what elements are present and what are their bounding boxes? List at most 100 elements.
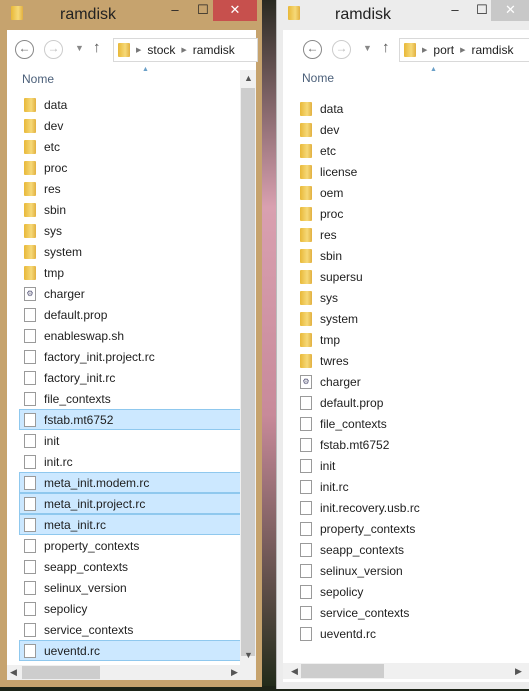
file-icon xyxy=(24,580,36,595)
file-list-item[interactable]: factory_init.rc xyxy=(19,367,241,388)
address-bar[interactable]: ▶ port ▶ ramdisk xyxy=(399,38,529,62)
up-button[interactable]: ↑ xyxy=(382,39,390,56)
navigation-bar: ← → ▼ ↑ ▶ stock ▶ ramdisk xyxy=(7,38,258,62)
file-list-item[interactable]: ueventd.rc xyxy=(295,623,525,644)
scroll-right-icon[interactable]: ▶ xyxy=(515,666,522,677)
horizontal-scrollbar[interactable]: ◀ ▶ xyxy=(283,663,529,679)
breadcrumb-item[interactable]: ramdisk xyxy=(471,43,513,57)
file-list-item[interactable]: oem xyxy=(295,182,525,203)
recent-dropdown-icon[interactable]: ▼ xyxy=(363,43,372,53)
item-name: file_contexts xyxy=(44,391,111,406)
file-list-item[interactable]: data xyxy=(295,98,525,119)
minimize-button[interactable]: – xyxy=(440,0,470,21)
file-list-item[interactable]: default.prop xyxy=(295,392,525,413)
file-list-item[interactable]: init xyxy=(19,430,241,451)
file-list-item[interactable]: fstab.mt6752 xyxy=(295,434,525,455)
file-list-item[interactable]: twres xyxy=(295,350,525,371)
file-list-item[interactable]: meta_init.project.rc xyxy=(19,493,241,514)
close-button[interactable]: ✕ xyxy=(213,0,257,21)
file-list-item[interactable]: init.recovery.usb.rc xyxy=(295,497,525,518)
file-list-item[interactable]: sbin xyxy=(19,199,241,220)
file-list-item[interactable]: sys xyxy=(19,220,241,241)
close-button[interactable]: ✕ xyxy=(491,0,529,21)
file-list-item[interactable]: etc xyxy=(295,140,525,161)
scrollbar-thumb[interactable] xyxy=(241,88,255,656)
file-list-item[interactable]: enableswap.sh xyxy=(19,325,241,346)
file-list-item[interactable]: meta_init.modem.rc xyxy=(19,472,241,493)
address-bar[interactable]: ▶ stock ▶ ramdisk xyxy=(113,38,258,62)
file-list-item[interactable]: seapp_contexts xyxy=(19,556,241,577)
file-list-item[interactable]: property_contexts xyxy=(19,535,241,556)
scroll-left-icon[interactable]: ◀ xyxy=(10,667,17,678)
file-list-item[interactable]: proc xyxy=(295,203,525,224)
file-list-item[interactable]: sepolicy xyxy=(295,581,525,602)
file-list-item[interactable]: supersu xyxy=(295,266,525,287)
file-list-item[interactable]: ueventd.rc xyxy=(19,640,241,661)
item-name: factory_init.project.rc xyxy=(44,349,155,364)
item-name: factory_init.rc xyxy=(44,370,116,385)
minimize-button[interactable]: – xyxy=(160,0,190,21)
file-list-item[interactable]: service_contexts xyxy=(295,602,525,623)
file-list-item[interactable]: init.rc xyxy=(19,451,241,472)
scroll-up-icon[interactable]: ▲ xyxy=(244,73,253,83)
file-list-item[interactable]: default.prop xyxy=(19,304,241,325)
file-list-item[interactable]: ⚙ charger xyxy=(295,371,525,392)
file-list-item[interactable]: dev xyxy=(19,115,241,136)
folder-icon xyxy=(11,6,23,20)
file-list-item[interactable]: license xyxy=(295,161,525,182)
file-list-item[interactable]: proc xyxy=(19,157,241,178)
file-list-item[interactable]: sys xyxy=(295,287,525,308)
scroll-left-icon[interactable]: ◀ xyxy=(291,666,298,677)
file-list-item[interactable]: file_contexts xyxy=(19,388,241,409)
file-list-item[interactable]: sepolicy xyxy=(19,598,241,619)
breadcrumb-item[interactable]: stock xyxy=(147,43,175,57)
file-list-item[interactable]: res xyxy=(295,224,525,245)
item-name: service_contexts xyxy=(44,622,134,637)
scroll-down-icon[interactable]: ▼ xyxy=(244,650,253,660)
column-header-name[interactable]: Nome xyxy=(22,72,54,86)
file-list-item[interactable]: ⚙ charger xyxy=(19,283,241,304)
file-list-item[interactable]: res xyxy=(19,178,241,199)
file-list-item[interactable]: file_contexts xyxy=(295,413,525,434)
file-list-item[interactable]: data xyxy=(19,94,241,115)
item-name: res xyxy=(320,227,337,242)
file-list-item[interactable]: factory_init.project.rc xyxy=(19,346,241,367)
file-icon xyxy=(300,542,312,557)
file-list-item[interactable]: meta_init.rc xyxy=(19,514,241,535)
item-name: meta_init.project.rc xyxy=(44,496,146,511)
file-list-item[interactable]: selinux_version xyxy=(19,577,241,598)
forward-button[interactable]: → xyxy=(44,40,63,59)
item-name: init.rc xyxy=(320,479,349,494)
scrollbar-thumb[interactable] xyxy=(22,666,100,679)
scroll-right-icon[interactable]: ▶ xyxy=(231,667,238,678)
recent-dropdown-icon[interactable]: ▼ xyxy=(75,43,84,53)
breadcrumb-item[interactable]: port xyxy=(433,43,454,57)
file-list-item[interactable]: etc xyxy=(19,136,241,157)
back-button[interactable]: ← xyxy=(303,40,322,59)
title-bar[interactable]: ramdisk – ☐ ✕ xyxy=(277,0,529,30)
file-list-item[interactable]: init xyxy=(295,455,525,476)
horizontal-scrollbar[interactable]: ◀ ▶ xyxy=(7,665,256,680)
file-list-item[interactable]: system xyxy=(295,308,525,329)
item-name: dev xyxy=(44,118,64,133)
title-bar[interactable]: ramdisk – ☐ ✕ xyxy=(0,0,262,30)
column-header-name[interactable]: Nome xyxy=(302,71,334,85)
file-list-item[interactable]: selinux_version xyxy=(295,560,525,581)
file-list-item[interactable]: property_contexts xyxy=(295,518,525,539)
file-list-item[interactable]: service_contexts xyxy=(19,619,241,640)
up-button[interactable]: ↑ xyxy=(93,39,101,56)
vertical-scrollbar[interactable]: ▲ ▼ xyxy=(240,70,256,665)
folder-icon xyxy=(24,160,36,175)
file-list-item[interactable]: system xyxy=(19,241,241,262)
scrollbar-thumb[interactable] xyxy=(301,664,384,678)
back-button[interactable]: ← xyxy=(15,40,34,59)
breadcrumb-item[interactable]: ramdisk xyxy=(193,43,235,57)
forward-button[interactable]: → xyxy=(332,40,351,59)
file-list-item[interactable]: fstab.mt6752 xyxy=(19,409,241,430)
file-list-item[interactable]: dev xyxy=(295,119,525,140)
file-list-item[interactable]: tmp xyxy=(295,329,525,350)
file-list-item[interactable]: init.rc xyxy=(295,476,525,497)
file-list-item[interactable]: seapp_contexts xyxy=(295,539,525,560)
file-list-item[interactable]: sbin xyxy=(295,245,525,266)
file-list-item[interactable]: tmp xyxy=(19,262,241,283)
